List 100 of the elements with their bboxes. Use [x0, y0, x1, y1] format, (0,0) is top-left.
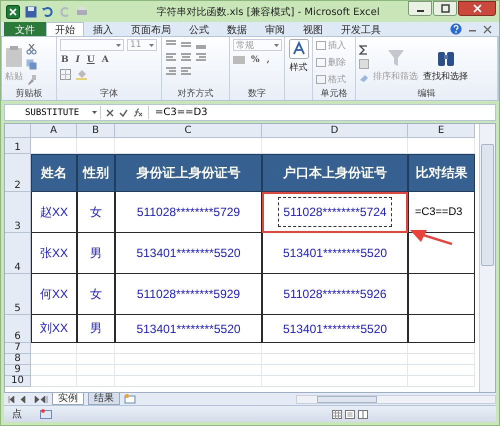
table-cell: 女 [77, 274, 115, 315]
table-cell: 513401********5520 [115, 315, 262, 343]
page-break-icon[interactable] [358, 410, 368, 418]
row-header[interactable]: 7 [5, 343, 31, 354]
underline-button[interactable]: U [86, 55, 96, 65]
formula-field[interactable]: =C3==D3 [148, 106, 495, 119]
bold-button[interactable]: B [60, 55, 70, 65]
ribbon-tab[interactable]: 公式 [180, 22, 218, 36]
filter-icon [386, 48, 406, 68]
header-cell: 身份证上身份证号 [115, 154, 262, 192]
ribbon-tab[interactable]: 插入 [84, 22, 122, 36]
vertical-align-icons[interactable] [165, 39, 209, 49]
save-icon[interactable] [25, 6, 37, 18]
styles-button[interactable]: 样式 [288, 39, 308, 74]
function-icon[interactable] [133, 108, 143, 117]
header-cell: 姓名 [31, 154, 77, 192]
group-label: 编辑 [416, 89, 436, 100]
ribbon-tab[interactable]: 开始 [46, 22, 84, 36]
annotation-arrow [409, 228, 453, 246]
group-label: 剪贴板 [14, 89, 44, 100]
enter-icon[interactable] [119, 108, 128, 116]
table-cell [31, 343, 77, 354]
table-cell: 赵XX [31, 192, 77, 233]
cut-icon[interactable] [26, 44, 37, 54]
copy-marquee: 511028********5926 [283, 287, 387, 301]
undo-icon[interactable] [42, 6, 54, 18]
cancel-icon[interactable] [106, 108, 114, 116]
ribbon-tab[interactable]: 开发工具 [332, 22, 390, 36]
row-header[interactable]: 4 [5, 233, 31, 274]
clipboard-icon [5, 46, 23, 68]
styles-icon [288, 39, 308, 59]
minimize-button[interactable] [408, 1, 432, 16]
brush-icon[interactable] [26, 74, 37, 84]
row-header[interactable]: 6 [5, 315, 31, 343]
row-header[interactable]: 8 [5, 354, 31, 365]
ribbon-tab[interactable]: 页面布局 [122, 22, 180, 36]
table-cell: 男 [77, 233, 115, 274]
table-cell: 男 [77, 315, 115, 343]
name-box-value: SUBSTITUTE [25, 108, 80, 118]
italic-button[interactable]: I [74, 55, 81, 65]
row-header[interactable]: 2 [5, 154, 31, 192]
row-header[interactable]: 10 [5, 376, 31, 387]
table-cell [77, 354, 115, 365]
close-button[interactable] [458, 1, 496, 16]
column-header[interactable]: E [408, 124, 475, 138]
header-cell: 比对结果 [408, 154, 475, 192]
font-color-button[interactable]: A [100, 55, 110, 65]
fill-color-icon[interactable] [76, 69, 87, 80]
table-cell: 刘XX [31, 315, 77, 343]
table-cell [31, 376, 77, 387]
border-icon[interactable] [60, 69, 71, 80]
name-box[interactable]: SUBSTITUTE [5, 106, 101, 119]
table-cell [408, 343, 475, 354]
page-layout-icon[interactable] [345, 410, 355, 418]
table-cell [31, 354, 77, 365]
ribbon-tab[interactable]: 审阅 [256, 22, 294, 36]
comma-button[interactable]: , [266, 55, 271, 65]
ribbon-tab[interactable]: 数据 [218, 22, 256, 36]
group-label: 数字 [247, 89, 267, 100]
row-header[interactable]: 3 [5, 192, 31, 233]
cell-editor[interactable]: =C3==D3 [408, 192, 475, 233]
vertical-scrollbar[interactable] [479, 124, 495, 392]
row-header[interactable]: 9 [5, 365, 31, 376]
table-cell: 女 [77, 192, 115, 233]
column-header[interactable]: D [262, 124, 408, 138]
editing-button[interactable]: 查找和选择 [422, 46, 469, 82]
table-cell [77, 343, 115, 354]
restore-icon [440, 4, 450, 13]
table-cell: 513401********5520 [115, 233, 262, 274]
sheet-navigation-icon[interactable] [8, 396, 48, 402]
column-header[interactable]: A [31, 124, 77, 138]
table-cell [77, 365, 115, 376]
group-label: 字体 [99, 89, 119, 100]
excel-icon[interactable] [6, 4, 20, 18]
table-cell: 511028********5929 [115, 274, 262, 315]
copy-icon[interactable] [26, 58, 37, 70]
normal-view-icon[interactable] [332, 410, 342, 418]
insert-sheet-icon[interactable] [124, 394, 136, 404]
ribbon-tab[interactable]: 视图 [294, 22, 332, 36]
macro-record-icon[interactable] [40, 409, 52, 419]
caret-icon [92, 111, 97, 114]
horizontal-align-icons[interactable] [165, 53, 209, 63]
sheet-tab[interactable]: 实例 [52, 393, 84, 405]
close-icon[interactable] [483, 24, 492, 34]
percent-button[interactable]: % [250, 55, 261, 65]
help-icon[interactable] [450, 23, 462, 35]
sheet-tab[interactable]: 结果 [88, 393, 120, 405]
copy-marquee: 513401********5520 [282, 322, 388, 336]
window-title: 字符串对比函数.xls [兼容模式] - Microsoft Excel [155, 6, 381, 18]
restore-button[interactable] [433, 1, 457, 16]
ribbon-tab[interactable]: 文件 [4, 22, 46, 36]
table-cell [31, 365, 77, 376]
horizontal-scrollbar[interactable] [296, 394, 496, 404]
row-header[interactable]: 1 [5, 138, 31, 154]
copy-marquee: 511028********5724 [278, 197, 392, 227]
group-label: 单元格 [320, 89, 348, 100]
sum-icon[interactable] [359, 45, 369, 55]
row-header[interactable]: 5 [5, 274, 31, 315]
column-header[interactable]: C [115, 124, 262, 138]
column-header[interactable]: B [77, 124, 115, 138]
